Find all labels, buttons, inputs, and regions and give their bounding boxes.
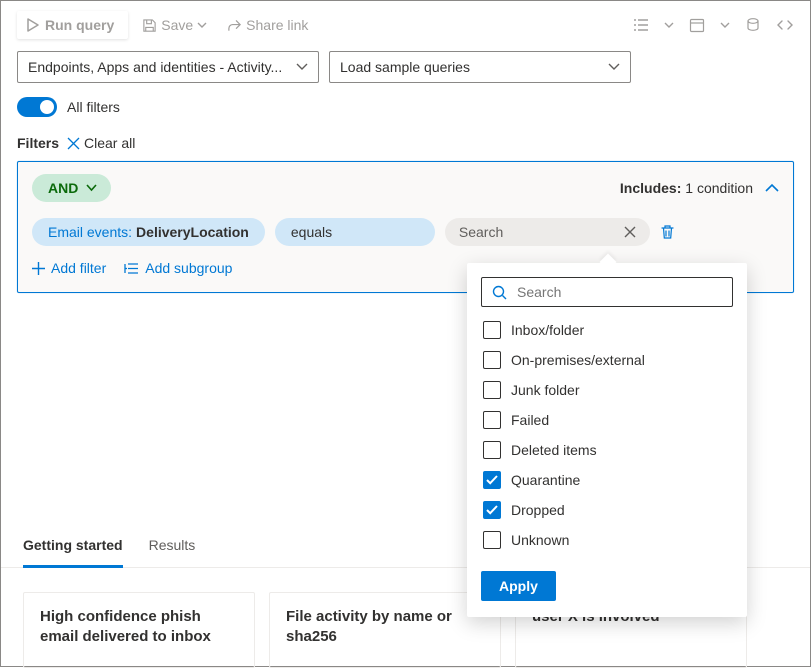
play-icon bbox=[27, 18, 39, 32]
add-subgroup-button[interactable]: Add subgroup bbox=[124, 260, 232, 276]
includes-summary: Includes: 1 condition bbox=[620, 180, 779, 196]
delete-condition-button[interactable] bbox=[660, 224, 675, 240]
option-failed[interactable]: Failed bbox=[483, 411, 731, 429]
checkbox-icon bbox=[483, 531, 501, 549]
chevron-down-icon[interactable] bbox=[720, 16, 730, 34]
sample-queries-text: Load sample queries bbox=[340, 59, 470, 75]
logic-operator-pill[interactable]: AND bbox=[32, 174, 111, 202]
code-icon[interactable] bbox=[776, 16, 794, 34]
option-label: Quarantine bbox=[511, 472, 580, 488]
option-unknown[interactable]: Unknown bbox=[483, 531, 731, 549]
save-icon bbox=[142, 18, 157, 33]
share-icon bbox=[227, 18, 242, 33]
query-template-card[interactable]: High confidence phish email delivered to… bbox=[23, 592, 255, 668]
includes-label: Includes: bbox=[620, 180, 681, 196]
tab-label: Results bbox=[149, 537, 196, 553]
checkbox-icon bbox=[483, 321, 501, 339]
option-label: Failed bbox=[511, 412, 549, 428]
share-link-button[interactable]: Share link bbox=[221, 13, 314, 37]
query-save-icon[interactable] bbox=[744, 16, 762, 34]
chevron-down-icon[interactable] bbox=[664, 16, 674, 34]
all-filters-toggle[interactable] bbox=[17, 97, 57, 117]
checkbox-checked-icon bbox=[483, 501, 501, 519]
checkbox-checked-icon bbox=[483, 471, 501, 489]
filters-header-row: Filters Clear all bbox=[1, 127, 810, 161]
toolbar-right-group bbox=[632, 16, 794, 34]
all-filters-row: All filters bbox=[1, 93, 810, 127]
condition-field-name: DeliveryLocation bbox=[136, 224, 249, 240]
option-deleted-items[interactable]: Deleted items bbox=[483, 441, 731, 459]
chevron-down-icon bbox=[86, 184, 97, 192]
option-label: Dropped bbox=[511, 502, 565, 518]
condition-value-pill[interactable]: Search bbox=[445, 218, 650, 246]
top-toolbar: Run query Save Share link bbox=[1, 1, 810, 47]
checkbox-icon bbox=[483, 441, 501, 459]
apply-button[interactable]: Apply bbox=[481, 571, 556, 601]
condition-value-placeholder: Search bbox=[459, 224, 503, 240]
run-query-button[interactable]: Run query bbox=[17, 11, 128, 39]
chevron-down-icon bbox=[296, 63, 308, 71]
tab-getting-started[interactable]: Getting started bbox=[23, 527, 123, 568]
collapse-panel-button[interactable] bbox=[765, 183, 779, 193]
popup-search-box[interactable] bbox=[481, 277, 733, 307]
plus-icon bbox=[32, 262, 45, 275]
option-label: On-premises/external bbox=[511, 352, 645, 368]
logic-operator-label: AND bbox=[48, 180, 78, 196]
option-label: Unknown bbox=[511, 532, 569, 548]
scope-row: Endpoints, Apps and identities - Activit… bbox=[1, 47, 810, 93]
panel-header: AND Includes: 1 condition bbox=[32, 174, 779, 202]
condition-operator-pill[interactable]: equals bbox=[275, 218, 435, 246]
apply-label: Apply bbox=[499, 578, 538, 594]
option-quarantine[interactable]: Quarantine bbox=[483, 471, 731, 489]
option-label: Inbox/folder bbox=[511, 322, 584, 338]
card-title: High confidence phish email delivered to… bbox=[40, 608, 211, 645]
scope-dropdown-text: Endpoints, Apps and identities - Activit… bbox=[28, 59, 282, 75]
condition-operator-label: equals bbox=[291, 224, 332, 240]
add-filter-label: Add filter bbox=[51, 260, 106, 276]
condition-row: Email events: DeliveryLocation equals Se… bbox=[32, 218, 779, 246]
card-title: File activity by name or sha256 bbox=[286, 608, 452, 645]
clear-all-label: Clear all bbox=[84, 135, 135, 151]
checkbox-icon bbox=[483, 411, 501, 429]
subgroup-icon bbox=[124, 262, 139, 275]
calendar-icon[interactable] bbox=[688, 16, 706, 34]
chevron-down-icon bbox=[608, 63, 620, 71]
option-junk-folder[interactable]: Junk folder bbox=[483, 381, 731, 399]
clear-all-button[interactable]: Clear all bbox=[67, 135, 135, 151]
chevron-down-icon bbox=[197, 22, 207, 29]
run-query-label: Run query bbox=[45, 17, 114, 33]
save-button[interactable]: Save bbox=[136, 13, 213, 37]
all-filters-label: All filters bbox=[67, 99, 120, 115]
list-icon[interactable] bbox=[632, 16, 650, 34]
save-label: Save bbox=[161, 17, 193, 33]
condition-field-prefix: Email events: bbox=[48, 224, 132, 240]
tab-label: Getting started bbox=[23, 537, 123, 553]
tab-results[interactable]: Results bbox=[149, 527, 196, 567]
condition-field-pill[interactable]: Email events: DeliveryLocation bbox=[32, 218, 265, 246]
popup-search-input[interactable] bbox=[515, 283, 722, 301]
add-filter-button[interactable]: Add filter bbox=[32, 260, 106, 276]
value-picker-popup: Inbox/folder On-premises/external Junk f… bbox=[467, 263, 747, 617]
option-on-premises-external[interactable]: On-premises/external bbox=[483, 351, 731, 369]
search-icon bbox=[492, 285, 507, 300]
option-label: Junk folder bbox=[511, 382, 579, 398]
close-icon bbox=[67, 137, 80, 150]
option-label: Deleted items bbox=[511, 442, 597, 458]
clear-value-icon[interactable] bbox=[624, 226, 636, 238]
share-link-label: Share link bbox=[246, 17, 308, 33]
includes-count: 1 condition bbox=[685, 180, 753, 196]
add-subgroup-label: Add subgroup bbox=[145, 260, 232, 276]
scope-dropdown[interactable]: Endpoints, Apps and identities - Activit… bbox=[17, 51, 319, 83]
checkbox-icon bbox=[483, 381, 501, 399]
popup-option-list: Inbox/folder On-premises/external Junk f… bbox=[481, 319, 733, 557]
sample-queries-dropdown[interactable]: Load sample queries bbox=[329, 51, 631, 83]
option-dropped[interactable]: Dropped bbox=[483, 501, 731, 519]
option-inbox-folder[interactable]: Inbox/folder bbox=[483, 321, 731, 339]
checkbox-icon bbox=[483, 351, 501, 369]
filters-title: Filters bbox=[17, 135, 59, 151]
